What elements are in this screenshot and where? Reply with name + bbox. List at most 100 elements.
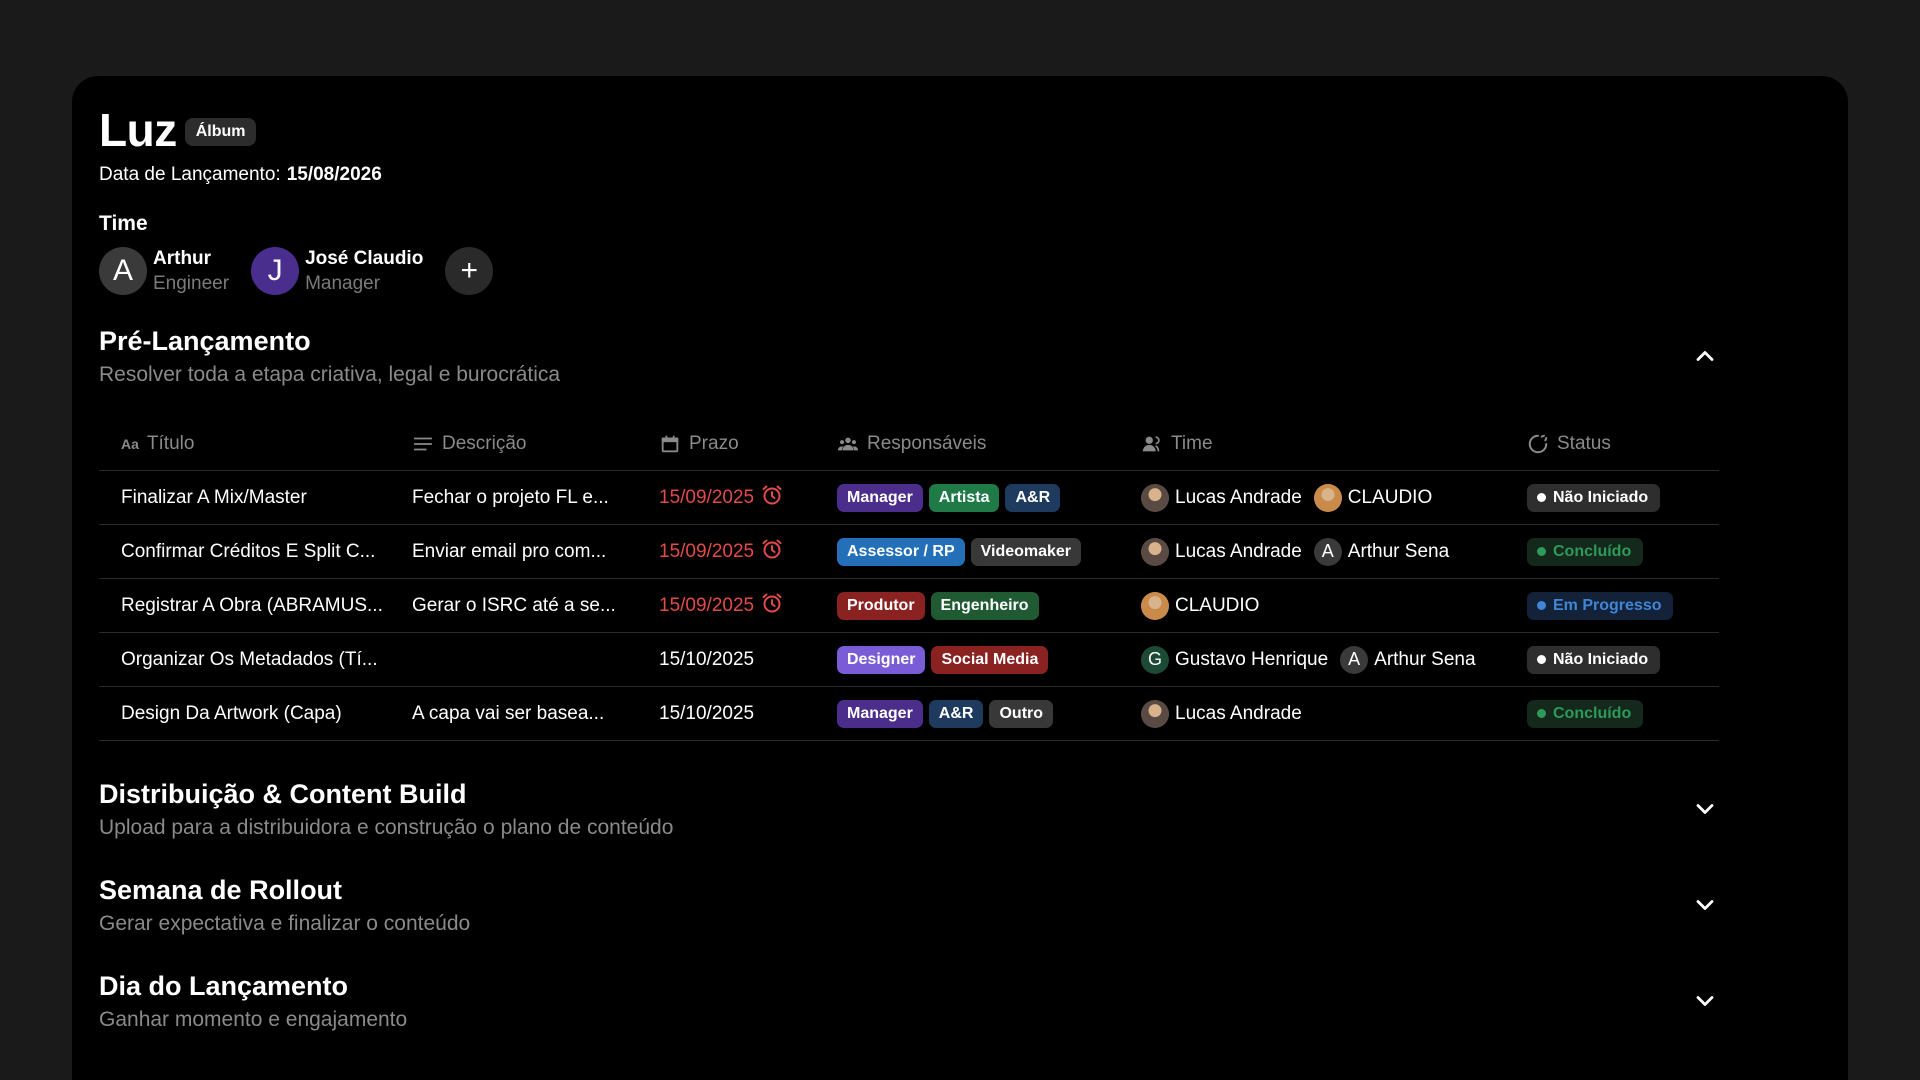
assignee-avatar: A	[1313, 537, 1342, 566]
add-member-button[interactable]: +	[445, 247, 494, 295]
table-row[interactable]: Finalizar A Mix/Master Fechar o projeto F…	[99, 471, 1719, 525]
task-description: Fechar o projeto FL e...	[412, 486, 609, 508]
table-row[interactable]: Registrar A Obra (ABRAMUS... Gerar o ISRC…	[99, 579, 1719, 633]
role-tag: A&R	[1005, 483, 1061, 512]
column-label: Título	[146, 433, 195, 454]
assignee-avatar	[1313, 483, 1342, 512]
task-status-cell[interactable]: Não Iniciado	[1527, 483, 1719, 512]
task-description-cell[interactable]: A capa vai ser basea...	[412, 703, 659, 725]
chevron-up-icon	[1696, 351, 1714, 361]
column-header[interactable]: Prazo	[659, 433, 837, 455]
role-tag: Artista	[928, 483, 1000, 512]
assignee[interactable]: A Arthur Sena	[1313, 537, 1449, 566]
section-subtitle: Upload para a distribuidora e construção…	[99, 816, 674, 839]
avatar-photo	[1141, 537, 1169, 566]
assignee[interactable]: Lucas Andrade	[1141, 483, 1302, 512]
column-label: Prazo	[689, 433, 739, 454]
section-title: Distribuição & Content Build	[99, 779, 467, 809]
task-description-cell[interactable]: Gerar o ISRC até a se...	[412, 595, 659, 617]
task-due-cell[interactable]: 15/10/2025	[659, 703, 837, 725]
task-due-date: 15/10/2025	[659, 702, 755, 724]
task-description-cell[interactable]: Fechar o projeto FL e...	[412, 487, 659, 509]
assignee-name: CLAUDIO	[1175, 594, 1260, 616]
column-label: Status	[1557, 433, 1611, 454]
team-member[interactable]: J José Claudio Manager	[251, 246, 423, 296]
chevron-down-icon	[1696, 900, 1714, 910]
task-description: A capa vai ser basea...	[412, 702, 605, 724]
column-header[interactable]: Status	[1527, 433, 1719, 455]
album-panel: Luz Álbum Data de Lançamento: 15/08/2026…	[72, 76, 1848, 1080]
assignee[interactable]: Lucas Andrade	[1141, 537, 1302, 566]
team-members: A Arthur Engineer J José Claudio Manager +	[99, 246, 1719, 296]
task-title-cell[interactable]: Finalizar A Mix/Master	[99, 487, 412, 509]
column-header[interactable]: Responsáveis	[837, 433, 1141, 455]
assignee[interactable]: Lucas Andrade	[1141, 699, 1302, 728]
role-tag: Designer	[837, 645, 926, 674]
assignee[interactable]: G Gustavo Henrique	[1141, 645, 1329, 674]
table-row[interactable]: Design Da Artwork (Capa) A capa vai ser b…	[99, 687, 1719, 741]
task-title-cell[interactable]: Registrar A Obra (ABRAMUS...	[99, 595, 412, 617]
status-badge[interactable]: Em Progresso	[1527, 591, 1674, 620]
team-member[interactable]: A Arthur Engineer	[99, 246, 229, 296]
calendar-icon	[661, 435, 679, 453]
task-due-cell[interactable]: 15/09/2025	[659, 483, 837, 513]
task-title-cell[interactable]: Organizar Os Metadados (Tí...	[99, 649, 412, 671]
task-roles-cell[interactable]: Assessor / RP Videomaker	[837, 537, 1141, 566]
assignee-avatar: G	[1141, 645, 1169, 674]
task-team-cell[interactable]: G Gustavo Henrique A Arthur Sena	[1141, 645, 1527, 674]
expand-section-button[interactable]	[1691, 891, 1719, 919]
assignee[interactable]: A Arthur Sena	[1340, 645, 1476, 674]
alarm-icon	[760, 537, 784, 567]
task-due-cell[interactable]: 15/10/2025	[659, 649, 837, 671]
collapse-section-button[interactable]	[1691, 342, 1719, 370]
status-badge[interactable]: Concluído	[1527, 699, 1644, 728]
task-due-cell[interactable]: 15/09/2025	[659, 591, 837, 621]
task-status-cell[interactable]: Concluído	[1527, 537, 1719, 566]
task-status-cell[interactable]: Concluído	[1527, 699, 1719, 728]
table-row[interactable]: Organizar Os Metadados (Tí... 15/10/2025 D…	[99, 633, 1719, 687]
section-subtitle: Gerar expectativa e finalizar o conteúdo	[99, 912, 471, 935]
section-title: Dia do Lançamento	[99, 971, 349, 1001]
task-roles-cell[interactable]: Designer Social Media	[837, 645, 1141, 674]
plus-icon: +	[460, 254, 479, 287]
assignee-name: Gustavo Henrique	[1175, 648, 1329, 670]
task-due-cell[interactable]: 15/09/2025	[659, 537, 837, 567]
status-badge[interactable]: Concluído	[1527, 537, 1644, 566]
task-title-cell[interactable]: Confirmar Créditos E Split C...	[99, 541, 412, 563]
column-header[interactable]: Time	[1141, 433, 1527, 455]
task-team-cell[interactable]: Lucas Andrade A Arthur Sena	[1141, 537, 1527, 566]
column-label: Responsáveis	[867, 433, 987, 454]
alarm-icon	[760, 483, 784, 513]
task-status-cell[interactable]: Em Progresso	[1527, 591, 1719, 620]
avatar-photo	[1313, 483, 1342, 512]
task-roles-cell[interactable]: Manager A&R Outro	[837, 699, 1141, 728]
chevron-down-icon	[1696, 804, 1714, 814]
role-tag: Engenheiro	[930, 591, 1039, 620]
phase-sections: Pré-Lançamento Resolver toda a etapa cria…	[99, 324, 1719, 1037]
status-badge[interactable]: Não Iniciado	[1527, 645, 1661, 674]
status-badge[interactable]: Não Iniciado	[1527, 483, 1661, 512]
task-roles-cell[interactable]: Manager Artista A&R	[837, 483, 1141, 512]
release-date-value: 15/08/2026	[286, 164, 382, 185]
expand-section-button[interactable]	[1691, 795, 1719, 823]
assignee-avatar: A	[1340, 645, 1369, 674]
status-dot	[1537, 493, 1546, 502]
task-team-cell[interactable]: Lucas Andrade	[1141, 699, 1527, 728]
assignee-avatar	[1141, 537, 1169, 566]
column-header[interactable]: Descrição	[412, 433, 659, 455]
assignee[interactable]: CLAUDIO	[1141, 591, 1260, 620]
task-title-cell[interactable]: Design Da Artwork (Capa)	[99, 703, 412, 725]
task-due-date: 15/09/2025	[659, 594, 755, 616]
assignee-name: Lucas Andrade	[1175, 702, 1302, 724]
table-row[interactable]: Confirmar Créditos E Split C... Enviar em…	[99, 525, 1719, 579]
task-roles-cell[interactable]: Produtor Engenheiro	[837, 591, 1141, 620]
task-description-cell[interactable]: Enviar email pro com...	[412, 541, 659, 563]
column-header[interactable]: Aa Título	[99, 433, 412, 455]
task-status-cell[interactable]: Não Iniciado	[1527, 645, 1719, 674]
task-team-cell[interactable]: CLAUDIO	[1141, 591, 1527, 620]
expand-section-button[interactable]	[1691, 987, 1719, 1015]
assignee[interactable]: CLAUDIO	[1313, 483, 1432, 512]
status-label: Concluído	[1553, 704, 1632, 722]
member-info: Arthur Engineer	[153, 246, 229, 296]
task-team-cell[interactable]: Lucas Andrade CLAUDIO	[1141, 483, 1527, 512]
